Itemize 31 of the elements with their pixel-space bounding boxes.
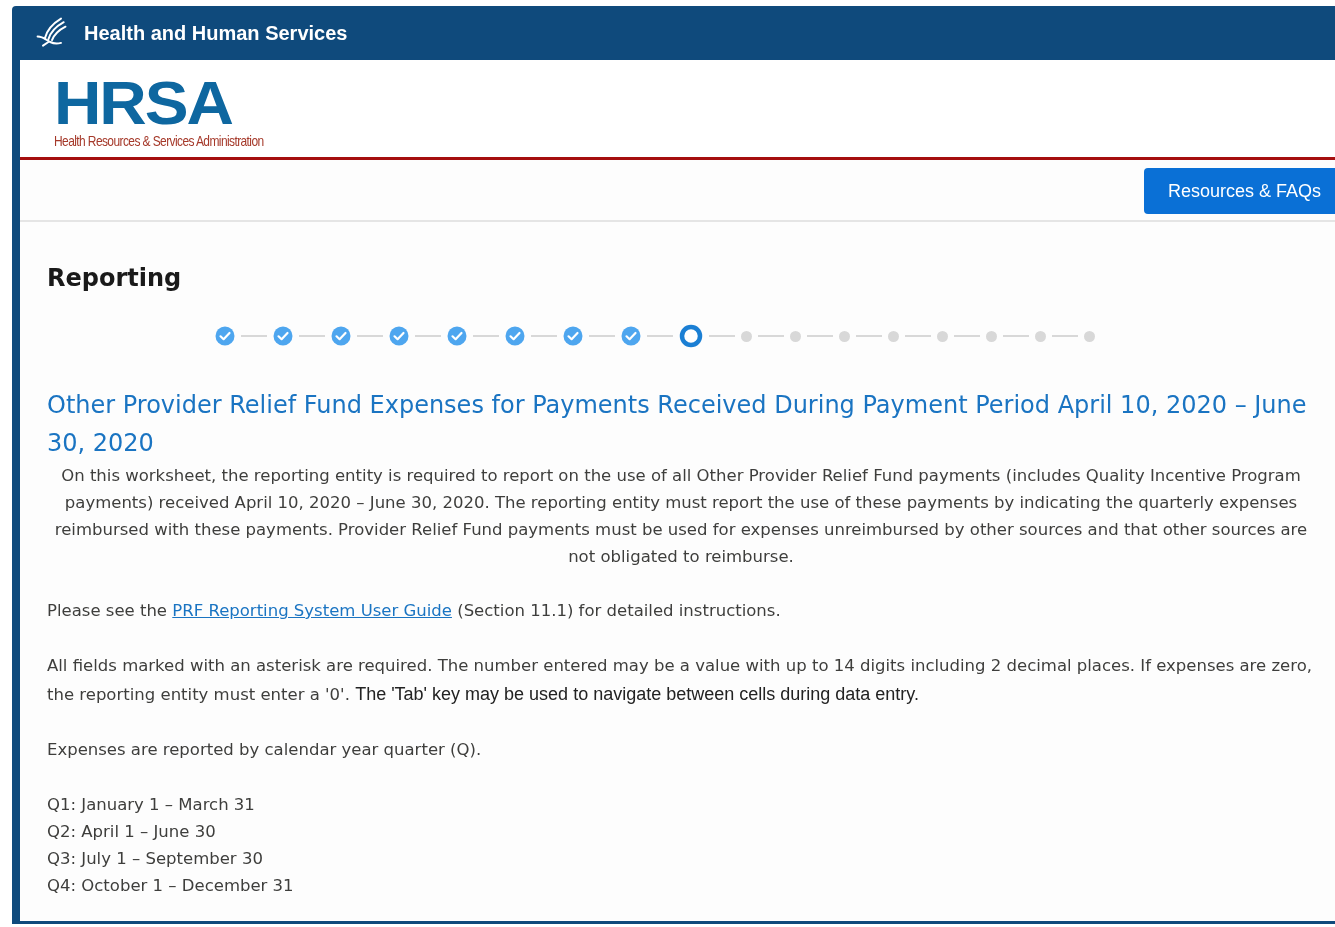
instructions-paragraph: All fields marked with an asterisk are required. The number entered may be a value with up to 14 digits including 2 decimal places. If expenses are zero, the reporting entity must enter a '0'. The 'Tab' key may be used to navigate between cells during data entry. bbox=[47, 655, 1313, 706]
step-connector bbox=[807, 335, 833, 337]
logo-acronym: HRSA bbox=[54, 77, 232, 130]
step-connector bbox=[531, 335, 557, 337]
step-connector bbox=[473, 335, 499, 337]
user-guide-link[interactable]: PRF Reporting System User Guide bbox=[172, 601, 452, 620]
section-title: Other Provider Relief Fund Expenses for Payments Received During Payment Period April 10, 2020 – June 30, 2020 bbox=[47, 390, 1308, 459]
quarter-range: Q4: October 1 – December 31 bbox=[47, 875, 295, 897]
header-title: Health and Human Services bbox=[84, 21, 348, 45]
page-title: Reporting bbox=[47, 264, 183, 292]
quarter-range: Q3: July 1 – September 30 bbox=[47, 848, 264, 870]
quarter-range: Q2: April 1 – June 30 bbox=[47, 821, 217, 843]
resources-button[interactable]: Resources & FAQs bbox=[1143, 168, 1335, 214]
step-connector bbox=[415, 335, 441, 337]
step-connector bbox=[299, 335, 325, 337]
guide-text: Please see the PRF Reporting System User Guide (Section 11.1) for detailed instructions. bbox=[47, 600, 782, 622]
logo-subtitle: Health Resources & Services Administration bbox=[54, 133, 264, 149]
step-connector bbox=[1003, 335, 1029, 337]
step-connector bbox=[589, 335, 615, 337]
step-connector bbox=[709, 335, 735, 337]
quarter-range: Q1: January 1 – March 31 bbox=[47, 794, 256, 816]
quarters-note: Expenses are reported by calendar year quarter (Q). bbox=[47, 739, 483, 761]
step-connector bbox=[905, 335, 931, 337]
step-connector bbox=[954, 335, 980, 337]
step-connector bbox=[647, 335, 673, 337]
step-connector bbox=[856, 335, 882, 337]
step-connector bbox=[241, 335, 267, 337]
step-connector bbox=[1052, 335, 1078, 337]
intro-paragraph: On this worksheet, the reporting entity is required to report on the use of all Other Provider Relief Fund payments (includes Quality Incentive Program payments) received April 10, 2020 – June 30, 2020. The reporting entity must report the use of these payments by indicating the quarterly expenses reimbursed with these payments. Provider Relief Fund payments must be used for expenses unreimbursed by other sources and that other sources are not obligated to reimburse. bbox=[53, 465, 1309, 568]
step-connector bbox=[758, 335, 784, 337]
step-connector bbox=[357, 335, 383, 337]
